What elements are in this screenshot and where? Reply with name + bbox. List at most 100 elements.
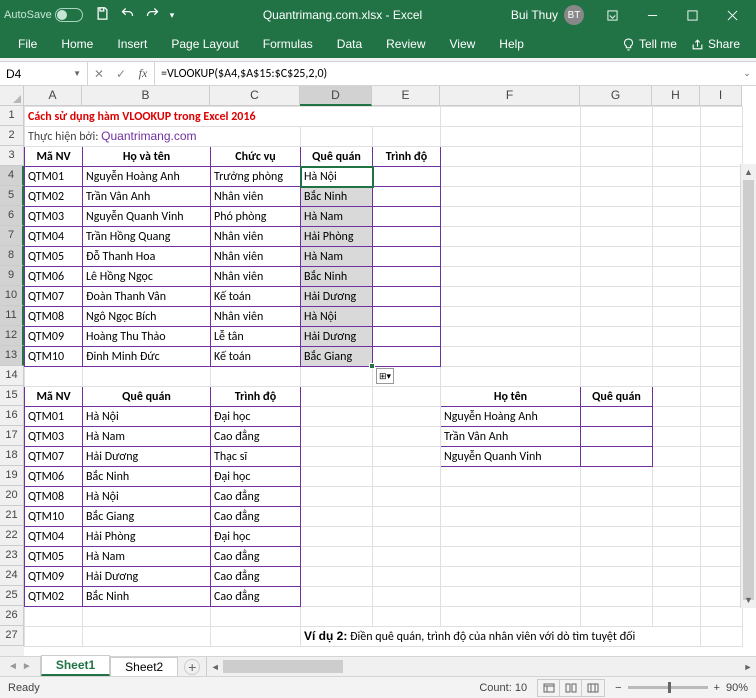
cell-I4[interactable] xyxy=(701,167,743,187)
cell-G25[interactable] xyxy=(581,587,653,607)
cell-H3[interactable] xyxy=(653,147,701,167)
zoom-slider[interactable] xyxy=(628,686,708,689)
row-header-15[interactable]: 15 xyxy=(0,386,24,406)
cell-G5[interactable] xyxy=(581,187,653,207)
cell-G2[interactable] xyxy=(581,127,653,147)
cell-H24[interactable] xyxy=(653,567,701,587)
cell-D17[interactable] xyxy=(301,427,373,447)
expand-formula-bar-icon[interactable]: ⌄ xyxy=(738,62,756,85)
cell-I2[interactable] xyxy=(701,127,743,147)
cell-E22[interactable] xyxy=(373,527,441,547)
row-header-1[interactable]: 1 xyxy=(0,106,24,126)
cell-H14[interactable] xyxy=(653,367,701,387)
cell-H20[interactable] xyxy=(653,487,701,507)
cell-D6[interactable]: Hà Nam xyxy=(301,207,373,227)
col-header-H[interactable]: H xyxy=(652,86,700,106)
col-header-B[interactable]: B xyxy=(82,86,210,106)
cell-G21[interactable] xyxy=(581,507,653,527)
cell-D15[interactable] xyxy=(301,387,373,407)
cell-F7[interactable] xyxy=(441,227,581,247)
cell-D10[interactable]: Hải Dương xyxy=(301,287,373,307)
cell-H22[interactable] xyxy=(653,527,701,547)
cell-E11[interactable] xyxy=(373,307,441,327)
cell-F15[interactable]: Họ tên xyxy=(441,387,581,407)
col-header-A[interactable]: A xyxy=(24,86,82,106)
cell-A2[interactable]: Thực hiện bởi: Quantrimang.com xyxy=(25,127,301,147)
cell-G23[interactable] xyxy=(581,547,653,567)
ribbon-options-icon[interactable] xyxy=(592,0,632,30)
cell-D27[interactable]: Ví dụ 2: Điền quê quán, trình độ của nhâ… xyxy=(301,627,701,647)
close-button[interactable] xyxy=(712,0,752,30)
cell-F18[interactable]: Nguyễn Quanh Vinh xyxy=(441,447,581,467)
cell-A7[interactable]: QTM04 xyxy=(25,227,83,247)
cell-I10[interactable] xyxy=(701,287,743,307)
cell-G15[interactable]: Quê quán xyxy=(581,387,653,407)
cell-A10[interactable]: QTM07 xyxy=(25,287,83,307)
sheet-next-icon[interactable]: ► xyxy=(22,661,32,672)
cell-H6[interactable] xyxy=(653,207,701,227)
cell-A23[interactable]: QTM05 xyxy=(25,547,83,567)
cell-D12[interactable]: Hải Dương xyxy=(301,327,373,347)
row-header-10[interactable]: 10 xyxy=(0,286,24,306)
cell-G17[interactable] xyxy=(581,427,653,447)
cell-F24[interactable] xyxy=(441,567,581,587)
cell-B25[interactable]: Bắc Ninh xyxy=(83,587,211,607)
cell-H8[interactable] xyxy=(653,247,701,267)
cancel-formula-icon[interactable]: ✕ xyxy=(88,67,110,81)
cell-A25[interactable]: QTM02 xyxy=(25,587,83,607)
cell-F11[interactable] xyxy=(441,307,581,327)
cell-G20[interactable] xyxy=(581,487,653,507)
cell-C23[interactable]: Cao đẳng xyxy=(211,547,301,567)
cell-C7[interactable]: Nhân viên xyxy=(211,227,301,247)
row-header-3[interactable]: 3 xyxy=(0,146,24,166)
scroll-up-icon[interactable]: ▲ xyxy=(741,164,756,180)
hscroll-thumb[interactable] xyxy=(223,660,343,673)
cell-C5[interactable]: Nhân viên xyxy=(211,187,301,207)
add-sheet-button[interactable]: + xyxy=(184,659,200,675)
cell-G18[interactable] xyxy=(581,447,653,467)
sheet-tab-sheet1[interactable]: Sheet1 xyxy=(41,655,110,676)
maximize-button[interactable] xyxy=(672,0,712,30)
cell-C11[interactable]: Nhân viên xyxy=(211,307,301,327)
cell-G10[interactable] xyxy=(581,287,653,307)
row-header-21[interactable]: 21 xyxy=(0,506,24,526)
cell-B15[interactable]: Quê quán xyxy=(83,387,211,407)
cell-H16[interactable] xyxy=(653,407,701,427)
name-box[interactable]: D4▼ xyxy=(0,62,88,85)
enter-formula-icon[interactable]: ✓ xyxy=(110,67,132,81)
cell-B20[interactable]: Hà Nội xyxy=(83,487,211,507)
cell-B24[interactable]: Hải Dương xyxy=(83,567,211,587)
cell-E3[interactable]: Trình độ xyxy=(373,147,441,167)
tell-me-button[interactable]: Tell me xyxy=(622,37,677,51)
cell-I23[interactable] xyxy=(701,547,743,567)
cell-H4[interactable] xyxy=(653,167,701,187)
cell-H11[interactable] xyxy=(653,307,701,327)
cell-E4[interactable] xyxy=(373,167,441,187)
col-header-C[interactable]: C xyxy=(210,86,300,106)
cell-B8[interactable]: Đỗ Thanh Hoa xyxy=(83,247,211,267)
cell-G11[interactable] xyxy=(581,307,653,327)
cell-A18[interactable]: QTM07 xyxy=(25,447,83,467)
cell-A20[interactable]: QTM08 xyxy=(25,487,83,507)
cell-F8[interactable] xyxy=(441,247,581,267)
zoom-level[interactable]: 90% xyxy=(726,682,748,694)
cell-B6[interactable]: Nguyễn Quanh Vinh xyxy=(83,207,211,227)
cell-C9[interactable]: Nhân viên xyxy=(211,267,301,287)
cell-I6[interactable] xyxy=(701,207,743,227)
cell-C27[interactable] xyxy=(211,627,301,647)
cell-F1[interactable] xyxy=(441,107,581,127)
tab-help[interactable]: Help xyxy=(487,30,536,58)
cell-A27[interactable] xyxy=(25,627,83,647)
cell-B22[interactable]: Hải Phòng xyxy=(83,527,211,547)
cell-E26[interactable] xyxy=(373,607,441,627)
cell-E8[interactable] xyxy=(373,247,441,267)
cell-F13[interactable] xyxy=(441,347,581,367)
autosave-toggle[interactable]: AutoSave xyxy=(4,8,83,22)
scroll-left-icon[interactable]: ◄ xyxy=(207,657,223,676)
cell-H19[interactable] xyxy=(653,467,701,487)
cell-H18[interactable] xyxy=(653,447,701,467)
cell-A22[interactable]: QTM04 xyxy=(25,527,83,547)
cell-F12[interactable] xyxy=(441,327,581,347)
cell-C6[interactable]: Phó phòng xyxy=(211,207,301,227)
row-header-5[interactable]: 5 xyxy=(0,186,24,206)
